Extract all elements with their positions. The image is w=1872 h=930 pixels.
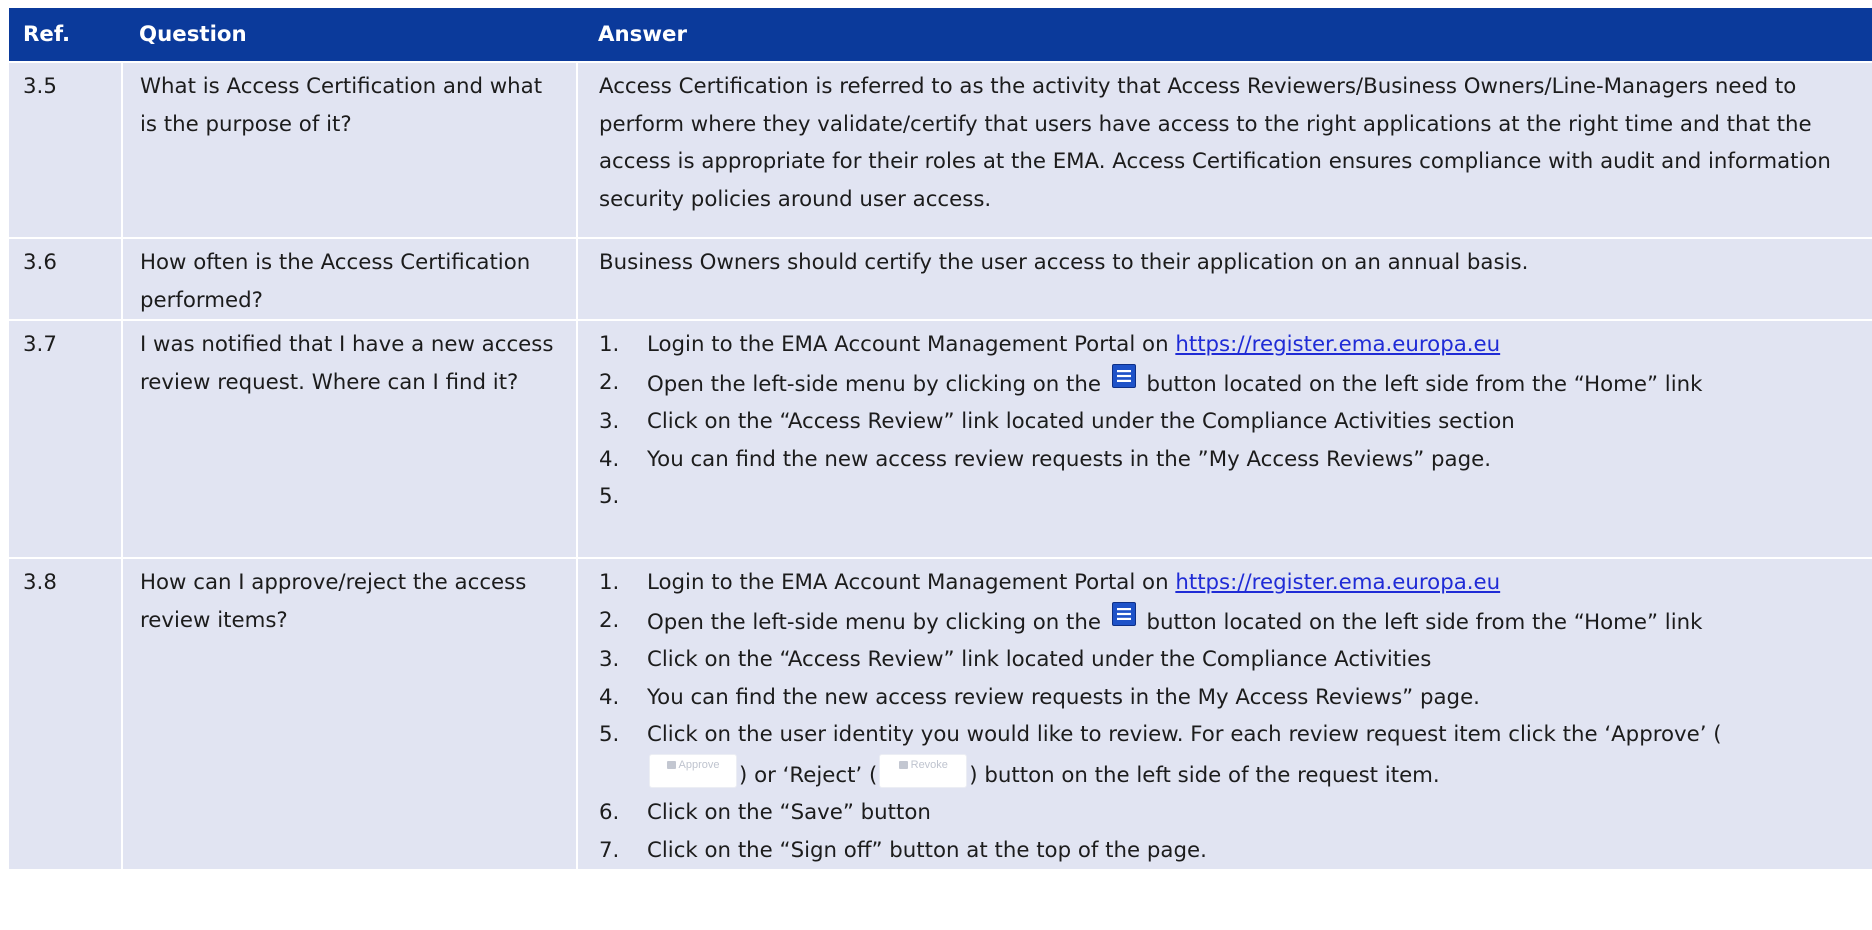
steps-list: 1. Login to the EMA Account Management P… (599, 564, 1864, 869)
faq-table: Ref. Question Answer 3.5 What is Access … (9, 8, 1872, 869)
question-cell: I was notified that I have a new access … (121, 319, 577, 558)
ref-cell: 3.6 (9, 237, 122, 320)
step-item: 1. Login to the EMA Account Management P… (599, 326, 1864, 364)
step-text: Click on the “Access Review” link locate… (647, 647, 1432, 672)
step-item: 2. Open the left-side menu by clicking o… (599, 601, 1864, 642)
step-item: 3. Click on the “Access Review” link loc… (599, 403, 1864, 441)
step-text: Login to the EMA Account Management Port… (647, 570, 1176, 595)
step-item: 4. You can find the new access review re… (599, 679, 1864, 717)
step-number: 1. (599, 332, 620, 357)
step-number: 6. (599, 800, 620, 825)
question-cell: How often is the Access Certification pe… (121, 237, 577, 320)
table-row: 3.8 How can I approve/reject the access … (9, 557, 1872, 869)
step-text: Click on the “Save” button (647, 800, 931, 825)
step-text: button located on the left side from the… (1139, 371, 1703, 397)
step-number: 3. (599, 647, 620, 672)
step-text: Click on the “Sign off” button at the to… (647, 837, 1207, 863)
answer-cell: 1. Login to the EMA Account Management P… (576, 319, 1872, 558)
approve-chip-label: Approve (678, 758, 720, 771)
answer-cell: 1. Login to the EMA Account Management P… (576, 557, 1872, 869)
question-cell: How can I approve/reject the access revi… (121, 557, 577, 869)
step-item: 6. Click on the “Save” button (599, 794, 1864, 832)
table-row: 3.6 How often is the Access Certificatio… (9, 237, 1872, 320)
steps-list: 1. Login to the EMA Account Management P… (599, 326, 1864, 516)
ref-cell: 3.7 (9, 319, 122, 558)
step-text: Click on the “Access Review” link locate… (647, 409, 1515, 434)
step-text: Open the left-side menu by clicking on t… (647, 371, 1108, 397)
step-item: 5. Click on the user identity you would … (599, 716, 1864, 794)
step-text: Click on the user identity you would lik… (647, 722, 1722, 747)
step-text: Login to the EMA Account Management Port… (647, 332, 1176, 357)
portal-link[interactable]: https://register.ema.europa.eu (1175, 332, 1500, 357)
thumbs-down-icon (898, 760, 908, 769)
step-number: 4. (599, 446, 620, 472)
step-item: 2. Open the left-side menu by clicking o… (599, 363, 1864, 404)
header-question: Question (122, 8, 577, 62)
step-text: You can find the new access review reque… (647, 684, 1480, 710)
step-number: 2. (599, 607, 620, 633)
header-ref: Ref. (9, 8, 122, 62)
step-number: 4. (599, 684, 620, 710)
step-item: 5. (599, 478, 1864, 516)
question-cell: What is Access Certification and what is… (121, 61, 577, 238)
table-row: 3.7 I was notified that I have a new acc… (9, 319, 1872, 558)
revoke-chip-label: Revoke (910, 758, 948, 771)
revoke-button-image: Revoke (879, 753, 968, 788)
step-text: ) or ‘Reject’ ( (739, 762, 878, 788)
step-item: 4. You can find the new access review re… (599, 441, 1864, 479)
answer-cell: Business Owners should certify the user … (576, 237, 1872, 320)
header-answer: Answer (577, 8, 1872, 62)
thumbs-up-icon (666, 760, 676, 769)
step-text: button located on the left side from the… (1139, 609, 1703, 635)
step-text: ) button on the left side of the request… (969, 762, 1440, 788)
step-item: 3. Click on the “Access Review” link loc… (599, 641, 1864, 679)
step-number: 5. (599, 484, 620, 509)
step-text: You can find the new access review reque… (647, 446, 1491, 472)
step-item: 1. Login to the EMA Account Management P… (599, 564, 1864, 602)
ref-cell: 3.5 (9, 61, 122, 238)
menu-list-icon (1111, 363, 1136, 388)
menu-list-icon (1111, 601, 1136, 626)
approve-button-image: Approve (649, 753, 737, 788)
portal-link[interactable]: https://register.ema.europa.eu (1175, 570, 1500, 595)
answer-cell: Access Certification is referred to as t… (576, 61, 1872, 238)
table-row: 3.5 What is Access Certification and wha… (9, 61, 1872, 238)
step-number: 3. (599, 409, 620, 434)
header-row: Ref. Question Answer (9, 8, 1872, 62)
step-item: 7. Click on the “Sign off” button at the… (599, 832, 1864, 870)
step-number: 2. (599, 369, 620, 395)
step-number: 5. (599, 722, 620, 747)
step-number: 7. (599, 837, 620, 863)
step-number: 1. (599, 570, 620, 595)
ref-cell: 3.8 (9, 557, 122, 869)
step-text: Open the left-side menu by clicking on t… (647, 609, 1108, 635)
